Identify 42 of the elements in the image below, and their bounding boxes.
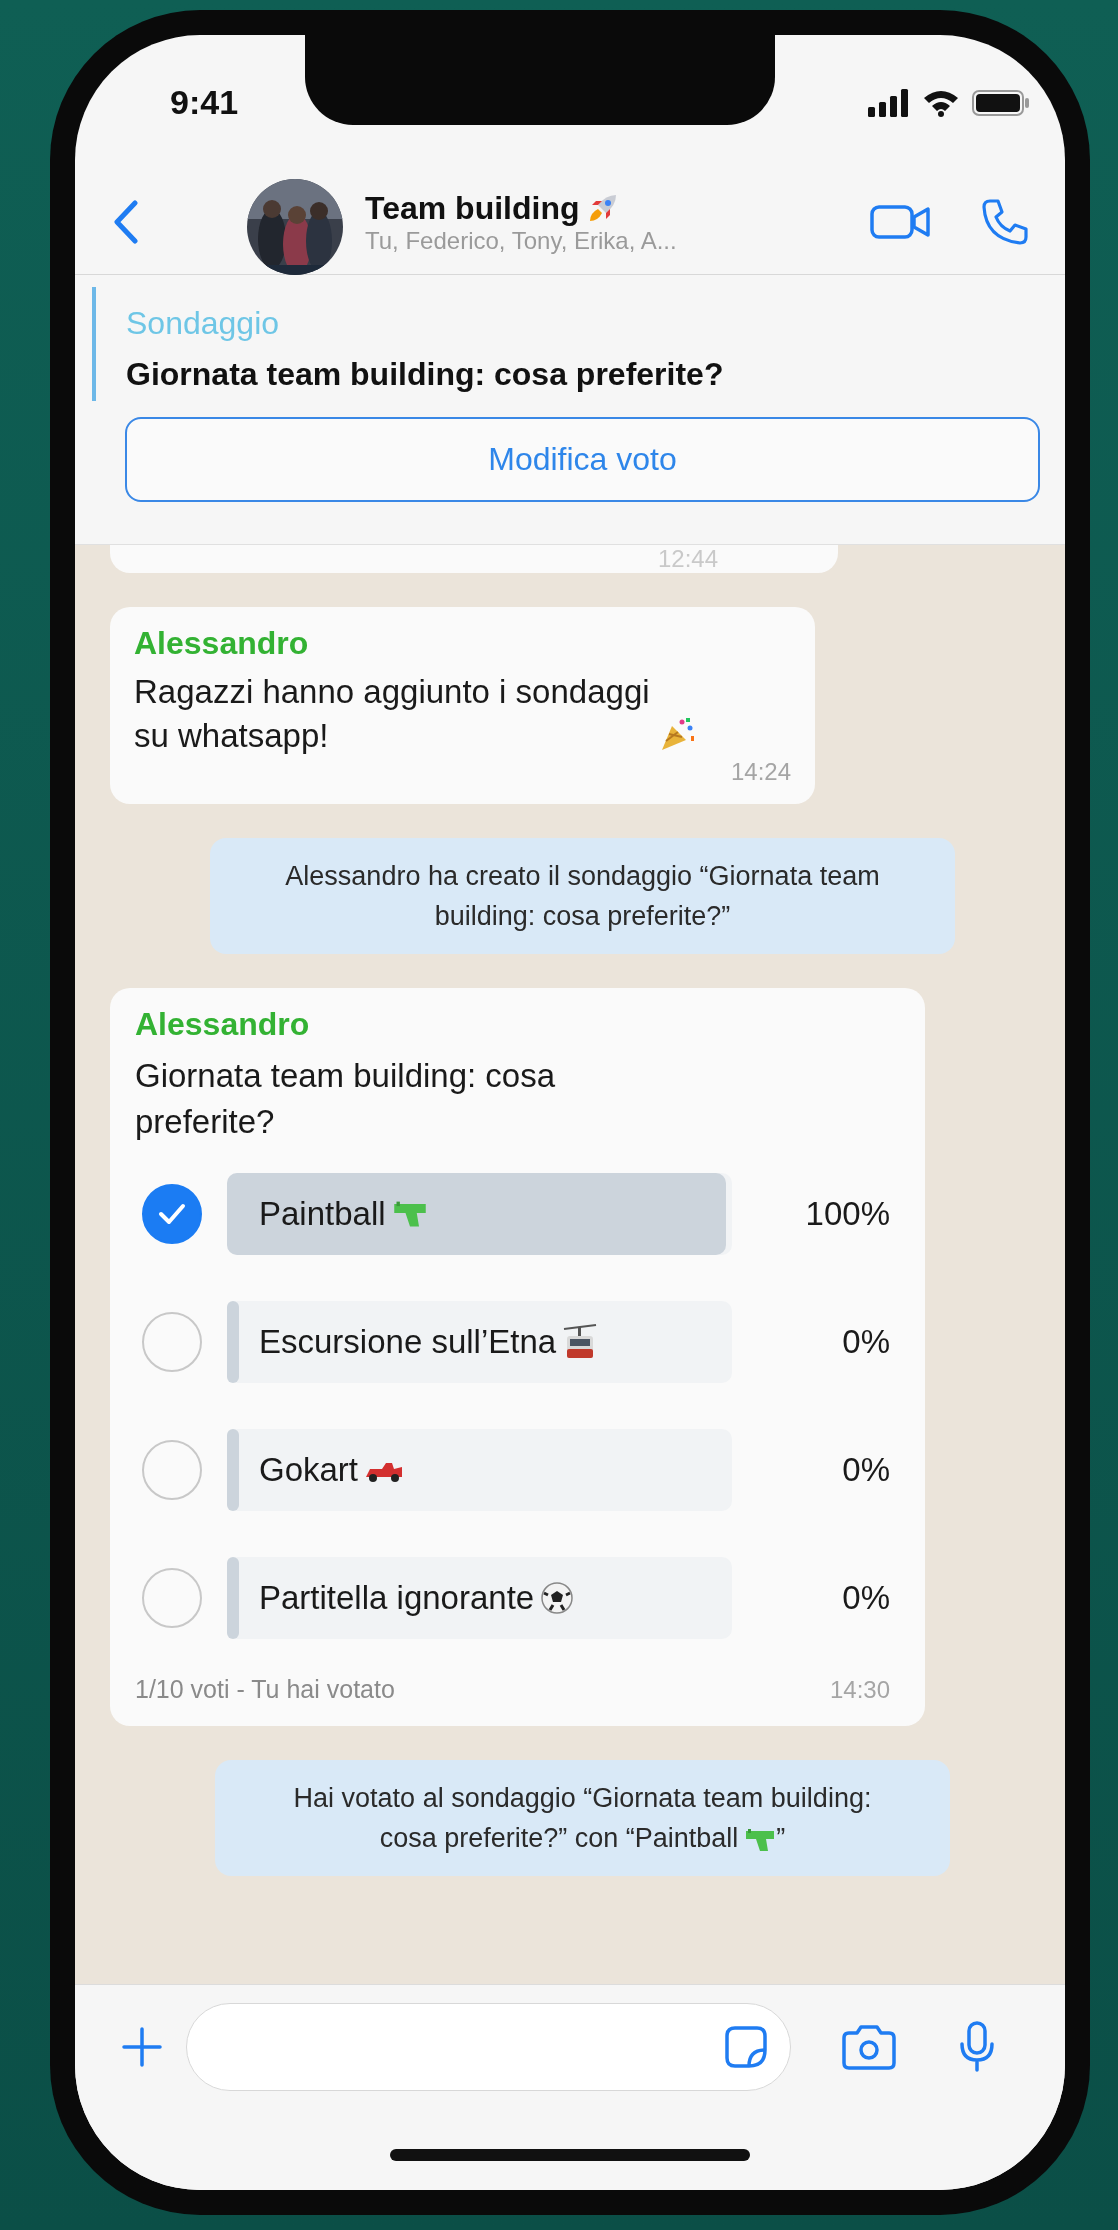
option-label: Escursione sull’Etna <box>259 1323 557 1361</box>
soccer-ball-icon <box>540 1581 575 1615</box>
sticker-icon[interactable] <box>723 2024 769 2070</box>
plus-icon[interactable] <box>120 2025 164 2069</box>
vote-percent: 0% <box>842 1451 890 1489</box>
radio-button[interactable] <box>142 1568 202 1628</box>
poll-label: Sondaggio <box>126 305 281 342</box>
vote-percent: 100% <box>805 1195 890 1233</box>
option-label: Gokart <box>259 1451 359 1489</box>
sender-name: Alessandro <box>134 625 310 662</box>
option-label: Partitella ignorante <box>259 1579 535 1617</box>
message-time: 14:24 <box>730 758 791 786</box>
system-message: Hai votato al sondaggio “Giornata team building: cosa preferite?” con “Paintball ” <box>215 1760 950 1876</box>
chat-title: Team building <box>365 189 580 227</box>
sender-name: Alessandro <box>135 1006 311 1043</box>
poll-question: Giornata team building: cosa preferite? <box>126 356 725 393</box>
camera-icon[interactable] <box>841 2023 897 2071</box>
edit-vote-button[interactable]: Modifica voto <box>125 417 1040 502</box>
status-time: 9:41 <box>170 83 239 122</box>
vote-percent: 0% <box>842 1579 890 1617</box>
radio-button[interactable] <box>142 1184 202 1244</box>
chat-members: Tu, Federico, Tony, Erika, A... <box>365 226 678 255</box>
radio-button[interactable] <box>142 1312 202 1372</box>
option-label: Paintball <box>259 1195 386 1233</box>
vote-summary: 1/10 voti - Tu hai votato <box>135 1675 395 1704</box>
cable-car-icon <box>562 1323 599 1361</box>
video-call-icon[interactable] <box>870 204 932 240</box>
poll-question: Giornata team building: cosa preferite? <box>135 1056 557 1142</box>
microphone-icon[interactable] <box>959 2020 995 2074</box>
back-icon[interactable] <box>113 200 139 244</box>
wifi-icon <box>922 88 960 117</box>
water-pistol-icon <box>744 1826 777 1853</box>
message-text: Ragazzi hanno aggiunto i sondaggi su whatsapp! <box>134 672 651 756</box>
signal-icon <box>868 88 910 117</box>
phone-call-icon[interactable] <box>980 197 1030 247</box>
message-time: 14:30 <box>829 1676 890 1704</box>
vote-percent: 0% <box>842 1323 890 1361</box>
battery-icon <box>972 88 1030 117</box>
system-message: Alessandro ha creato il sondaggio “Giornata team building: cosa preferite?” <box>210 838 955 954</box>
water-pistol-icon <box>391 1199 428 1229</box>
radio-button[interactable] <box>142 1440 202 1500</box>
check-icon <box>157 1202 187 1226</box>
